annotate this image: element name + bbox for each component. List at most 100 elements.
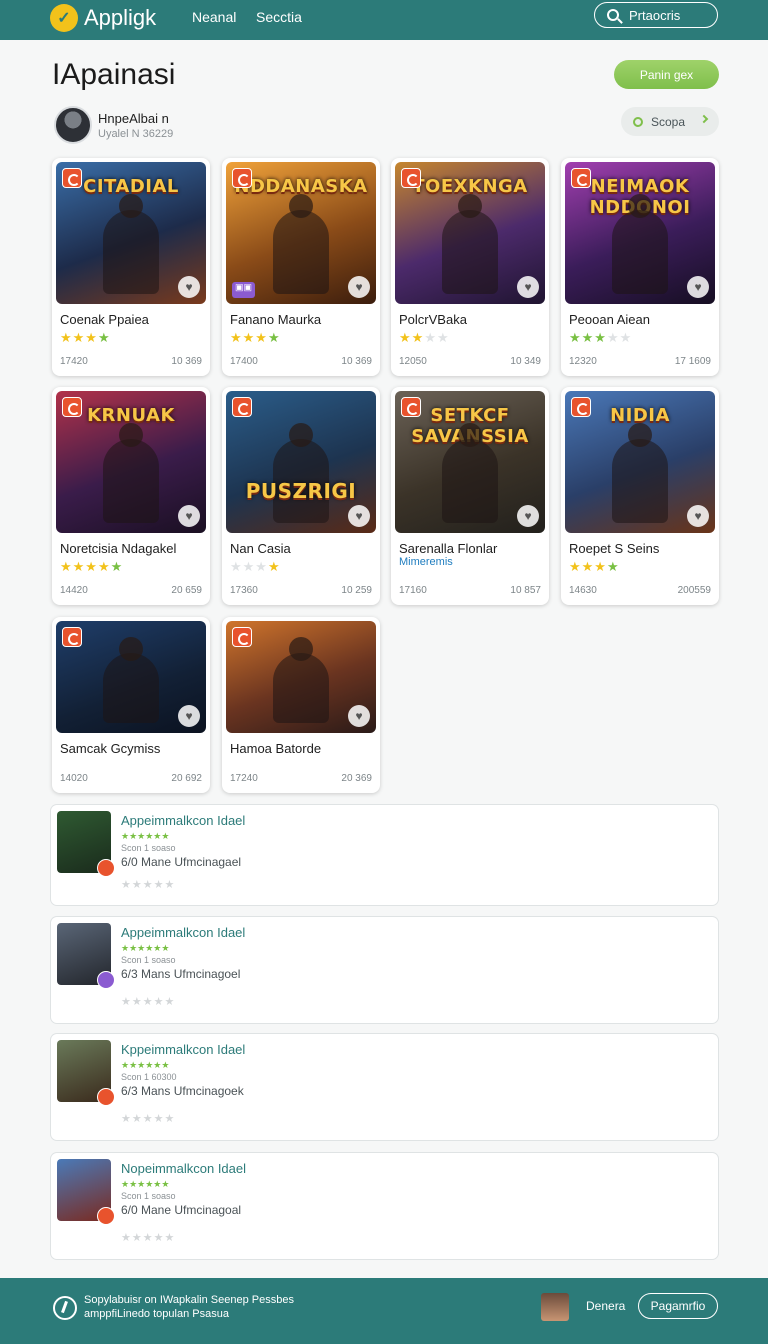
rating-stars: ★★★★★★ (121, 1179, 170, 1189)
chevron-icon (699, 114, 709, 124)
game-meta-left: 12050 (399, 356, 427, 367)
list-item-title[interactable]: Appeimmalkcon Idael (121, 813, 245, 828)
page-title: IApainasi (52, 58, 176, 91)
favorite-heart-icon[interactable]: ♥ (687, 505, 709, 527)
list-item[interactable]: Nopeimmalkcon Idael ★★★★★★ Scon 1 soaso … (51, 1153, 718, 1259)
list-item-description: 6/0 Mane Ufmcinagael (121, 855, 242, 869)
favorite-heart-icon[interactable]: ♥ (178, 505, 200, 527)
game-card[interactable]: NIDIA ♥ Roepet S Seins ★★★★ 14630 200559 (561, 387, 719, 605)
rating-stars: ★★★★★ (60, 559, 124, 574)
game-art: NIDIA ♥ (565, 391, 715, 533)
game-meta-right: 20 369 (341, 773, 372, 784)
game-name: Hamoa Batorde (230, 741, 322, 756)
store-badge-icon (62, 397, 82, 417)
game-card[interactable]: TOEXKNGA ♥ PolcrVBaka ★★★★ 12050 10 349 (391, 158, 549, 376)
game-art: TOEXKNGA ♥ (395, 162, 545, 304)
user-rating-stars[interactable]: ★★★★★ (121, 1231, 175, 1244)
list-item-meta: Scon 1 60300 (121, 1072, 177, 1082)
game-meta-left: 17160 (399, 585, 427, 596)
list-item-title[interactable]: Appeimmalkcon Idael (121, 925, 245, 940)
favorite-heart-icon[interactable]: ♥ (178, 276, 200, 298)
user-profile[interactable]: HnpeAlbai n Uyalel N 36229 (54, 106, 173, 144)
rating-stars: ★★★★★★ (121, 943, 170, 953)
game-meta-right: 20 659 (171, 585, 202, 596)
user-rating-stars[interactable]: ★★★★★ (121, 1112, 175, 1125)
game-card[interactable]: NEIMAOK NDDONOI ♥ Peooan Aiean ★★★★★ 123… (561, 158, 719, 376)
user-rating-stars[interactable]: ★★★★★ (121, 995, 175, 1008)
rating-stars: ★★★★★★ (121, 831, 170, 841)
top-bar: ✓ Appligk Neanal Secctia Prtaocris (0, 0, 768, 40)
rating-stars: ★★★★★ (569, 330, 633, 345)
list-item[interactable]: Kppeimmalkcon Idael ★★★★★★ Scon 1 60300 … (51, 1034, 718, 1140)
store-badge-icon (97, 971, 115, 989)
favorite-heart-icon[interactable]: ♥ (517, 505, 539, 527)
game-card[interactable]: SETKCF SAVANSSIA ♥ Sarenalla Flonlar Mim… (391, 387, 549, 605)
game-meta-left: 17400 (230, 356, 258, 367)
game-art: NDDANASKA ▣▣ ♥ (226, 162, 376, 304)
character-figure (442, 194, 498, 294)
user-rating-stars[interactable]: ★★★★★ (121, 878, 175, 891)
favorite-heart-icon[interactable]: ♥ (348, 705, 370, 727)
nav-item-2[interactable]: Secctia (256, 9, 302, 25)
game-card[interactable]: PUSZRIGI ♥ Nan Casia ★★★★ 17360 10 259 (222, 387, 380, 605)
footer-text-line-2: amppfiLinedo topulan Psasua (84, 1308, 229, 1320)
game-meta-right: 10 259 (341, 585, 372, 596)
game-art: ♥ (226, 621, 376, 733)
user-name: HnpeAlbai n (98, 110, 169, 126)
game-meta-right: 10 369 (341, 356, 372, 367)
character-figure (442, 423, 498, 523)
list-item[interactable]: Appeimmalkcon Idael ★★★★★★ Scon 1 soaso … (51, 805, 718, 905)
platform-tag-icon: ▣▣ (232, 282, 256, 298)
scope-dropdown[interactable]: Scopa (621, 107, 719, 136)
store-badge-icon (97, 1088, 115, 1106)
rating-stars: ★★★★ (60, 330, 111, 345)
favorite-heart-icon[interactable]: ♥ (687, 276, 709, 298)
footer-button[interactable]: Pagamrfio (638, 1293, 718, 1319)
primary-action-button[interactable]: Panin gex (614, 60, 719, 89)
game-card[interactable]: KRNUAK ♥ Noretcisia Ndagakel ★★★★★ 14420… (52, 387, 210, 605)
game-art: NEIMAOK NDDONOI ♥ (565, 162, 715, 304)
game-name: PolcrVBaka (399, 312, 467, 327)
store-badge-icon (232, 168, 252, 188)
game-art: SETKCF SAVANSSIA ♥ (395, 391, 545, 533)
avatar (54, 106, 92, 144)
game-meta-left: 17360 (230, 585, 258, 596)
app-logo[interactable]: ✓ Appligk (50, 4, 156, 32)
game-meta-left: 14420 (60, 585, 88, 596)
game-meta-left: 14020 (60, 773, 88, 784)
store-badge-icon (571, 397, 591, 417)
list-item-title[interactable]: Kppeimmalkcon Idael (121, 1042, 245, 1057)
game-card[interactable]: NDDANASKA ▣▣ ♥ Fanano Maurka ★★★★ 17400 … (222, 158, 380, 376)
rating-stars: ★★★★ (399, 330, 450, 345)
character-figure (612, 423, 668, 523)
list-item-meta: Scon 1 soaso (121, 843, 176, 853)
favorite-heart-icon[interactable]: ♥ (178, 705, 200, 727)
scope-label: Scopa (651, 114, 686, 129)
search-button[interactable]: Prtaocris (594, 2, 718, 28)
favorite-heart-icon[interactable]: ♥ (348, 505, 370, 527)
rating-stars: ★★★★ (230, 330, 281, 345)
store-badge-icon (97, 859, 115, 877)
game-art: ♥ (56, 621, 206, 733)
list-item-description: 6/0 Mane Ufmcinagoal (121, 1203, 242, 1217)
store-badge-icon (401, 168, 421, 188)
game-art: KRNUAK ♥ (56, 391, 206, 533)
game-meta-right: 10 369 (171, 356, 202, 367)
game-card[interactable]: ♥ Samcak Gcymiss 14020 20 692 (52, 617, 210, 793)
list-item[interactable]: Appeimmalkcon Idael ★★★★★★ Scon 1 soaso … (51, 917, 718, 1023)
game-card[interactable]: ♥ Hamoa Batorde 17240 20 369 (222, 617, 380, 793)
character-figure (273, 637, 329, 723)
game-developer[interactable]: Mimeremis (399, 556, 453, 568)
store-badge-icon (62, 168, 82, 188)
list-item-meta: Scon 1 soaso (121, 1191, 176, 1201)
game-meta-right: 10 349 (510, 356, 541, 367)
favorite-heart-icon[interactable]: ♥ (348, 276, 370, 298)
search-icon (607, 9, 619, 21)
footer-link[interactable]: Denera (586, 1299, 625, 1313)
favorite-heart-icon[interactable]: ♥ (517, 276, 539, 298)
nav-item-1[interactable]: Neanal (192, 9, 236, 25)
user-subtitle: Uyalel N 36229 (98, 127, 174, 140)
game-card[interactable]: CITADIAL ♥ Coenak Ppaiea ★★★★ 17420 10 3… (52, 158, 210, 376)
list-item-title[interactable]: Nopeimmalkcon Idael (121, 1161, 246, 1176)
footer-avatar[interactable] (541, 1293, 569, 1321)
